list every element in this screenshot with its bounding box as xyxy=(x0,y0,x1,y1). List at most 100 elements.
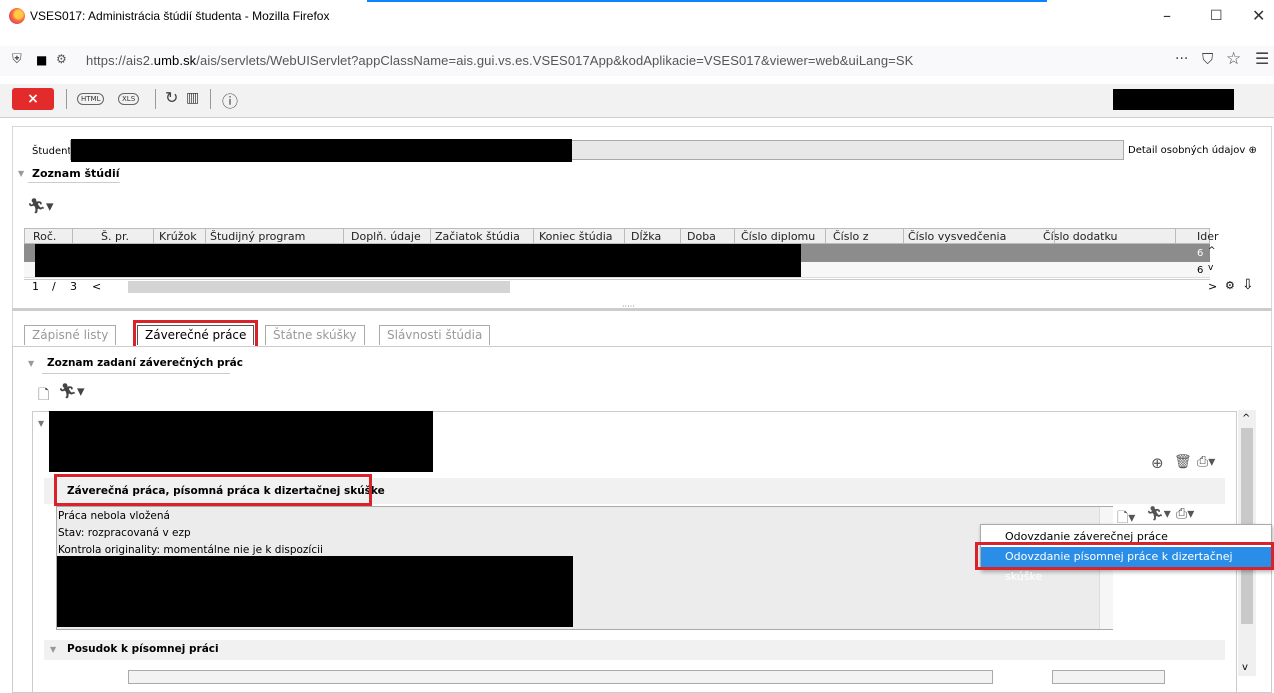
tab-enrollment-sheets[interactable]: Zápisné listy xyxy=(24,325,117,345)
row-cell-id: 6 xyxy=(1197,265,1204,276)
column-divider[interactable] xyxy=(903,229,904,243)
more-actions-icon[interactable]: ··· xyxy=(1175,51,1188,67)
redacted-user xyxy=(1113,89,1234,110)
info-icon[interactable]: ⓘ xyxy=(222,88,238,112)
runner-action-icon[interactable]: 🏃︎▾ xyxy=(58,382,85,400)
redacted-study-rows xyxy=(35,244,801,277)
column-divider[interactable] xyxy=(533,229,534,243)
redacted-thesis-details xyxy=(57,556,573,627)
column-divider[interactable] xyxy=(153,229,154,243)
address-bar[interactable]: ⛨ ■ ⚙ https://ais2.umb.sk/ais/servlets/W… xyxy=(0,46,1274,76)
column-header[interactable]: Číslo z xyxy=(833,230,869,243)
maximize-button[interactable]: ☐ xyxy=(1210,8,1223,24)
collapse-triangle-icon[interactable]: ▼ xyxy=(50,645,56,654)
review-field-short[interactable] xyxy=(1052,670,1165,684)
horizontal-scrollbar-thumb[interactable] xyxy=(128,281,510,293)
scroll-down-icon[interactable]: v xyxy=(1242,662,1248,673)
window-title: VSES017: Administrácia štúdií študenta -… xyxy=(30,9,330,23)
collapse-triangle-icon[interactable]: ▼ xyxy=(18,169,24,178)
studies-grid-header: Roč. Š. pr. Krúžok Študijný program Doplň. ú… xyxy=(24,228,1219,244)
column-header[interactable]: Ider xyxy=(1197,230,1219,243)
splitter-grip[interactable]: ····· xyxy=(622,302,635,311)
section-underline xyxy=(28,182,120,183)
column-divider[interactable] xyxy=(343,229,344,243)
bookmark-star-icon[interactable]: ☆ xyxy=(1226,49,1241,69)
close-app-button[interactable]: × xyxy=(12,88,54,110)
redacted-student-name xyxy=(71,139,572,162)
splitter-bar[interactable] xyxy=(12,308,1272,311)
html-export-button[interactable]: HTML xyxy=(77,93,105,105)
close-window-button[interactable]: ✕ xyxy=(1252,6,1265,25)
firefox-logo-icon xyxy=(9,8,25,24)
review-section-title: Posudok k písomnej práci xyxy=(67,643,219,655)
zoom-in-icon[interactable]: ⊕ xyxy=(1151,454,1164,472)
row-cell-id: 6 xyxy=(1197,248,1204,259)
runner-action-icon[interactable]: 🏃︎▾ xyxy=(1146,506,1171,522)
hierarchy-icon[interactable]: ▥ xyxy=(186,90,199,106)
column-header[interactable]: Dĺžka xyxy=(631,230,661,243)
pager-total: 3 xyxy=(70,280,77,293)
hamburger-menu-icon[interactable]: ☰ xyxy=(1255,49,1269,68)
scroll-up-icon[interactable]: ^ xyxy=(1208,246,1216,256)
column-header[interactable]: Koniec štúdia xyxy=(539,230,613,243)
column-divider[interactable] xyxy=(72,229,73,243)
column-header[interactable]: Doplň. údaje xyxy=(351,230,421,243)
shield-icon[interactable]: ⛨ xyxy=(12,52,22,67)
tab-graduation-ceremonies[interactable]: Slávnosti štúdia xyxy=(379,325,491,345)
highlight-box xyxy=(975,542,1274,570)
section-underline xyxy=(42,373,230,374)
pocket-icon[interactable]: ⛉ xyxy=(1202,50,1213,68)
xls-export-button[interactable]: XLS xyxy=(118,93,140,105)
scroll-left-button[interactable]: < xyxy=(92,280,101,293)
tab-state-exams[interactable]: Štátne skúšky xyxy=(265,325,365,345)
trash-icon[interactable]: 🗑 xyxy=(1174,454,1192,470)
column-divider[interactable] xyxy=(430,229,431,243)
column-header[interactable]: Š. pr. xyxy=(101,230,129,243)
refresh-icon[interactable]: ↻ xyxy=(165,88,178,107)
column-divider[interactable] xyxy=(1175,229,1176,243)
column-header[interactable]: Doba xyxy=(687,230,716,243)
collapse-triangle-icon[interactable]: ▼ xyxy=(28,359,34,368)
column-divider[interactable] xyxy=(825,229,826,243)
column-divider[interactable] xyxy=(680,229,681,243)
theses-section-title: Zoznam zadaní záverečných prác xyxy=(47,357,243,369)
column-header[interactable]: Krúžok xyxy=(159,230,197,243)
review-subsection-header xyxy=(44,640,1225,660)
personal-details-link[interactable]: Detail osobných údajov ⊕ xyxy=(1128,145,1257,156)
column-header[interactable]: Študijný program xyxy=(210,230,305,243)
thesis-status-line: Práca nebola vložená xyxy=(58,510,170,522)
print-icon[interactable]: ⎙▾ xyxy=(1197,454,1215,470)
highlight-box xyxy=(133,320,258,349)
column-divider[interactable] xyxy=(734,229,735,243)
lock-icon[interactable]: ■ xyxy=(36,53,47,67)
review-field[interactable] xyxy=(128,670,993,684)
toolbar-divider xyxy=(210,89,211,109)
scroll-right-button[interactable]: > xyxy=(1208,280,1217,293)
scroll-up-icon[interactable]: ^ xyxy=(1242,413,1250,424)
window-titlebar: VSES017: Administrácia štúdií študenta -… xyxy=(0,0,1274,34)
permissions-icon[interactable]: ⚙ xyxy=(56,52,67,66)
new-document-icon[interactable]: 🗋 xyxy=(38,384,49,408)
column-header[interactable]: Číslo vysvedčenia xyxy=(908,230,1006,243)
runner-action-icon[interactable]: 🏃︎▾ xyxy=(27,197,54,215)
url-text[interactable]: https://ais2.umb.sk/ais/servlets/WebUISe… xyxy=(86,53,913,68)
studies-section-title: Zoznam štúdií xyxy=(32,167,120,180)
pager-current[interactable]: 1 xyxy=(32,280,39,293)
column-header[interactable]: Číslo diplomu xyxy=(741,230,815,243)
column-divider[interactable] xyxy=(624,229,625,243)
print-icon[interactable]: ⎙▾ xyxy=(1176,506,1194,522)
toolbar-divider xyxy=(155,89,156,109)
thesis-status-line: Stav: rozpracovaná v ezp xyxy=(58,527,191,539)
settings-gear-icon[interactable]: ⚙ xyxy=(1225,279,1235,292)
column-divider[interactable] xyxy=(205,229,206,243)
download-arrow-icon[interactable]: ⇩ xyxy=(1242,277,1254,293)
student-label: Študent xyxy=(32,146,72,157)
column-header[interactable]: Začiatok štúdia xyxy=(435,230,520,243)
collapse-triangle-icon[interactable]: ▼ xyxy=(38,419,44,428)
highlight-box xyxy=(54,474,372,506)
column-divider[interactable] xyxy=(1054,229,1055,243)
scroll-down-icon[interactable]: v xyxy=(1208,263,1213,273)
column-header[interactable]: Roč. xyxy=(33,230,56,243)
minimize-button[interactable]: – xyxy=(1163,6,1171,25)
redacted-thesis-title xyxy=(49,411,433,472)
